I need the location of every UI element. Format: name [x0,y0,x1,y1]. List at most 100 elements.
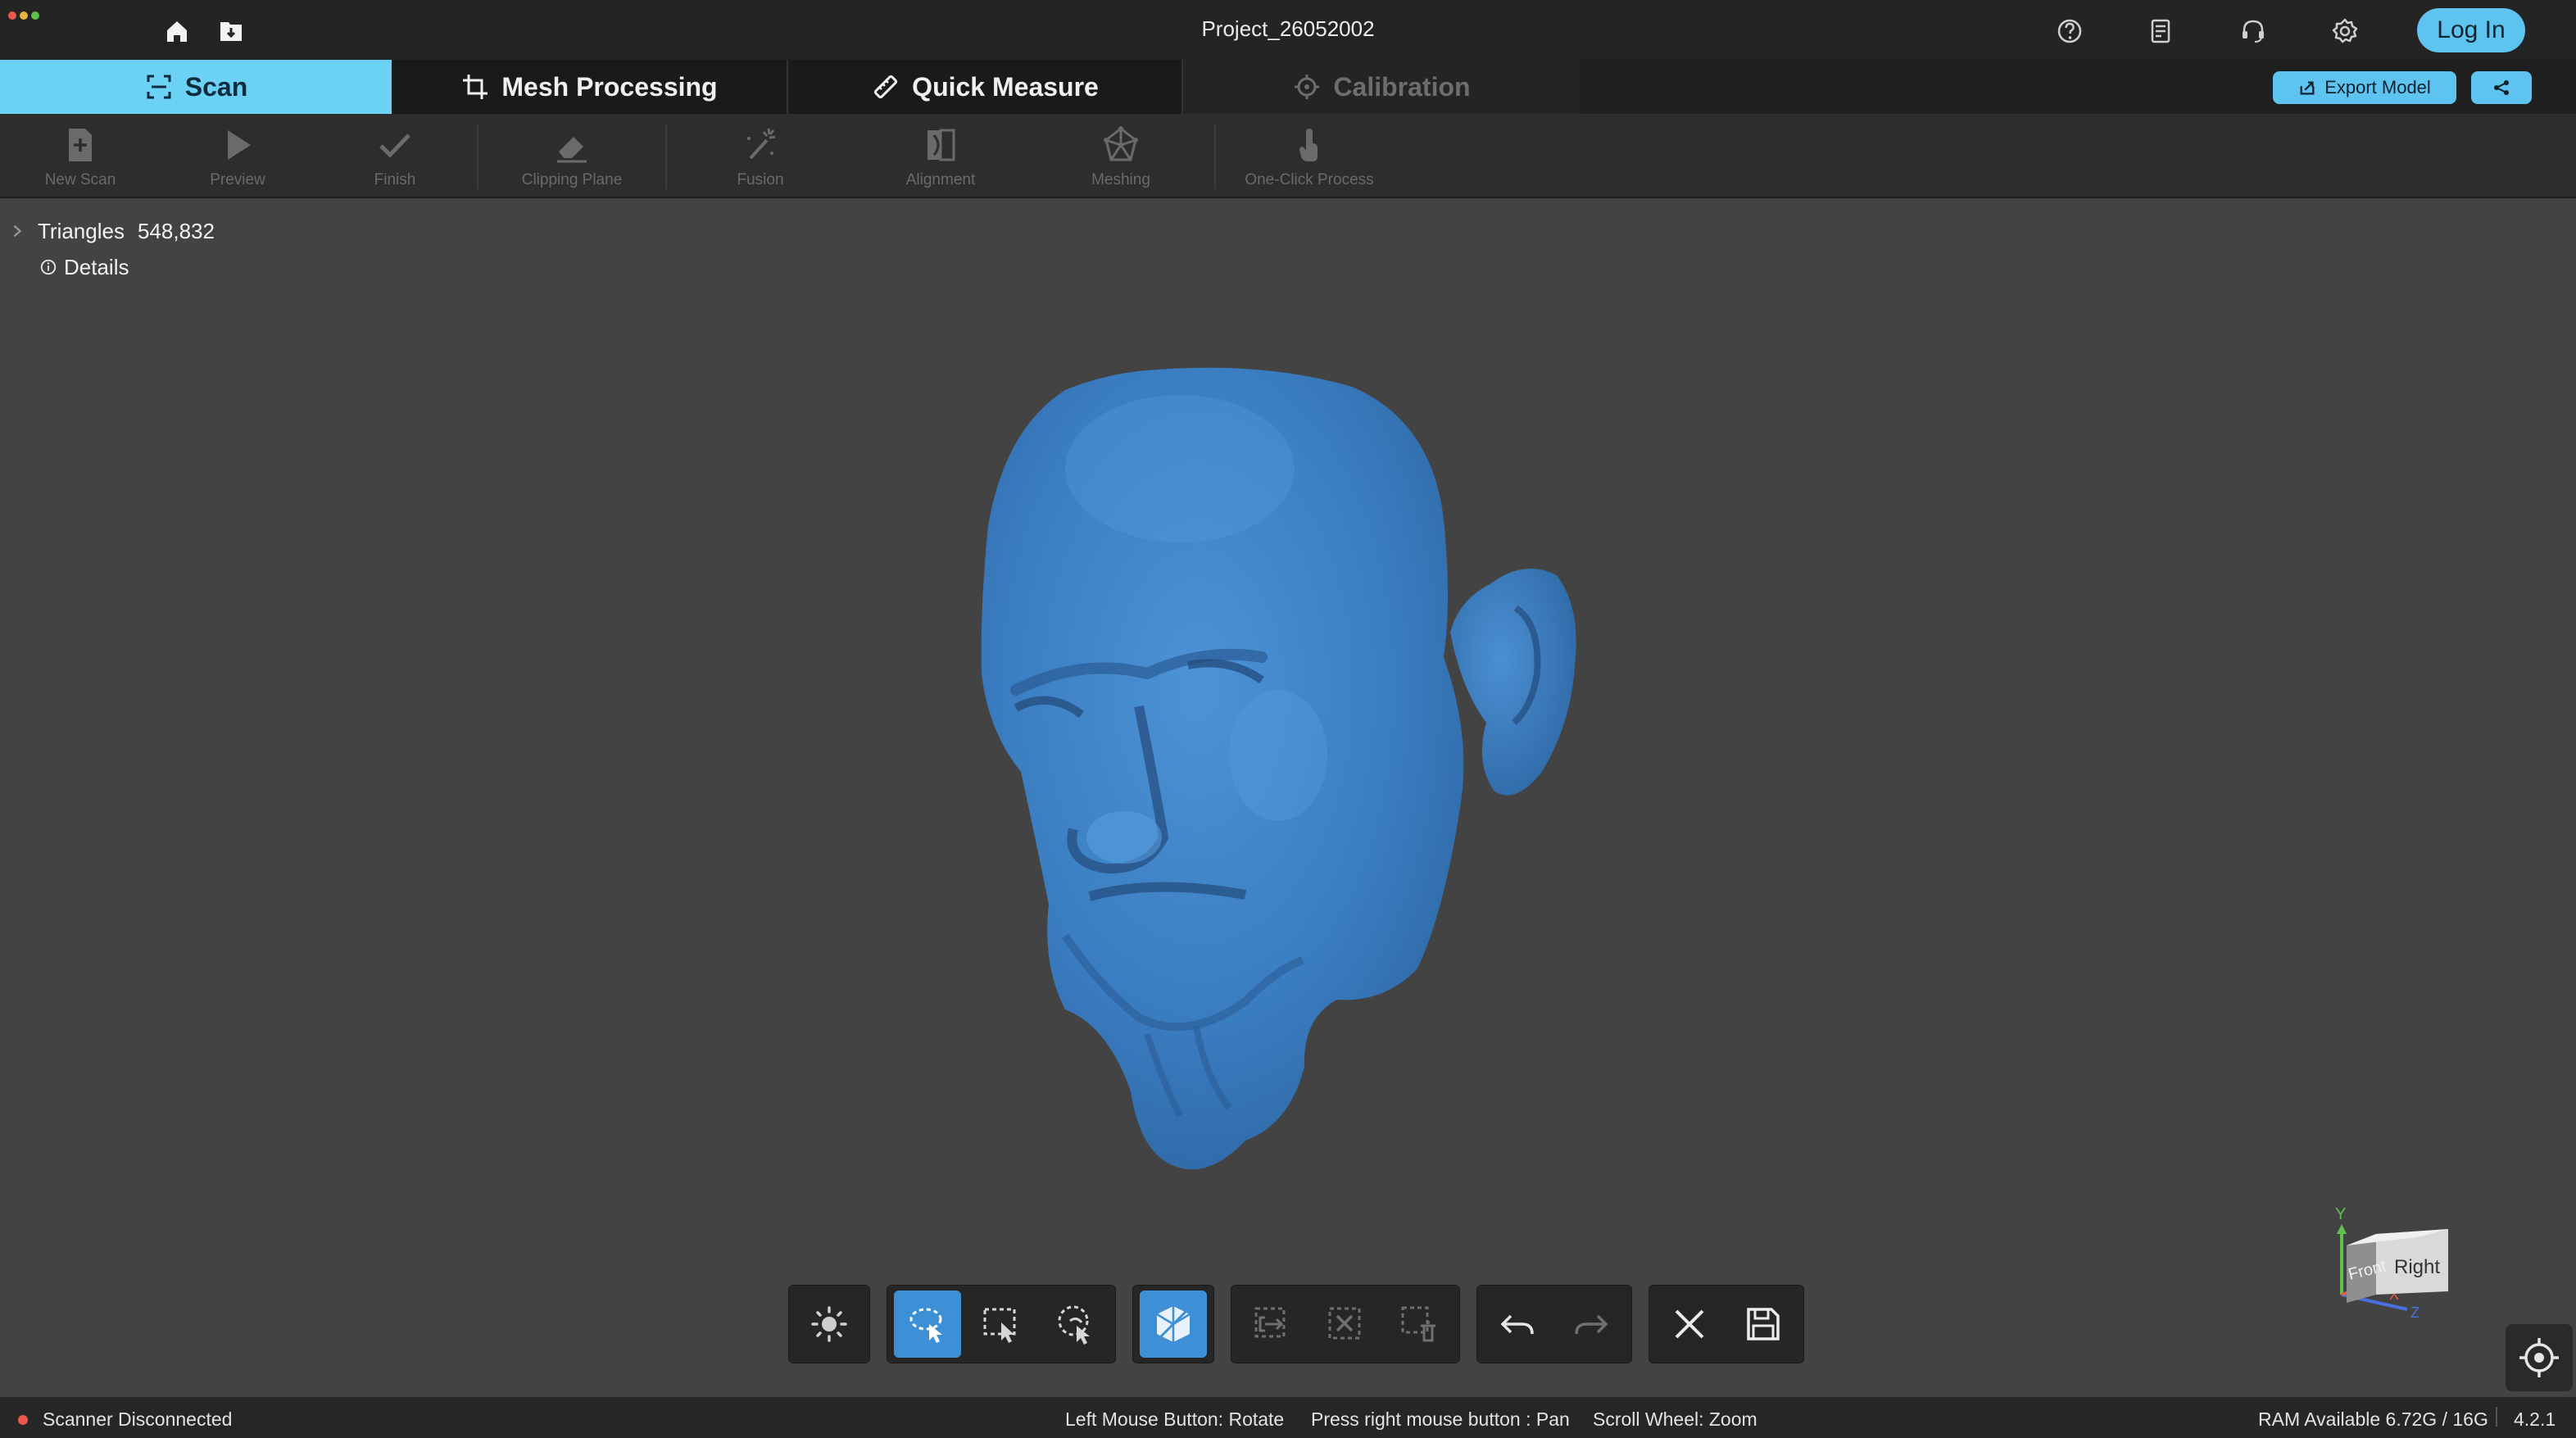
clear-selection-button[interactable] [1312,1291,1379,1358]
login-button[interactable]: Log In [2417,8,2525,52]
info-icon [40,259,57,275]
undo-button[interactable] [1484,1291,1551,1358]
status-divider [2496,1407,2497,1427]
pan-hint: Press right mouse button : Pan [1311,1409,1570,1430]
tab-scan[interactable]: Scan [0,60,392,114]
alignment-icon [927,129,955,161]
meshing-button[interactable]: Meshing [1047,114,1195,198]
finish-button[interactable]: Finish [321,114,469,198]
history-group [1476,1285,1632,1363]
scanned-head-mesh[interactable] [0,198,2576,1396]
selection-group [887,1285,1116,1363]
meshing-icon [1104,125,1138,161]
app-version: 4.2.1 [2514,1409,2556,1430]
right-face-label: Right [2394,1256,2440,1278]
one-click-process-button[interactable]: One-Click Process [1236,114,1383,198]
delete-selection-button[interactable] [1386,1291,1453,1358]
tab-scan-label: Scan [184,71,248,102]
meshing-label: Meshing [1091,170,1150,188]
settings-gear-icon[interactable] [2329,15,2361,48]
status-bar: Scanner Disconnected Left Mouse Button: … [0,1397,2576,1438]
preview-button[interactable]: Preview [164,114,311,198]
triangles-value: 548,832 [137,218,215,243]
cube-through-icon [1156,1306,1190,1342]
clipping-plane-button[interactable]: Clipping Plane [498,114,646,198]
clipping-plane-label: Clipping Plane [521,170,623,188]
y-axis-label: Y [2335,1205,2346,1223]
recenter-view-button[interactable] [2506,1324,2573,1391]
through-select-group [1132,1285,1214,1363]
rotate-hint: Left Mouse Button: Rotate [1065,1409,1285,1430]
invert-selection-button[interactable] [1238,1291,1305,1358]
rect-select-icon [983,1308,1016,1343]
alignment-label: Alignment [905,170,976,188]
lasso-select-button[interactable] [894,1291,961,1358]
triangles-label: Triangles [38,218,125,243]
ram-available: RAM Available 6.72G / 16G [2258,1409,2488,1430]
save-icon [1747,1308,1780,1340]
z-axis-label: Z [2410,1304,2420,1321]
window-title: Project_26052002 [1201,16,1375,41]
lasso-select-icon [909,1308,942,1343]
calibration-target-icon [1295,75,1320,99]
lighting-button[interactable] [796,1291,863,1358]
ruler-icon [874,75,898,99]
triangles-row[interactable]: Triangles 548,832 [10,213,215,249]
undo-icon [1500,1314,1534,1335]
scanner-status-text: Scanner Disconnected [43,1409,233,1430]
toolbar-divider [665,124,667,189]
one-click-process-label: One-Click Process [1245,170,1374,188]
delete-selection-icon [1401,1306,1435,1342]
share-icon [2494,80,2509,95]
3d-viewport[interactable] [0,198,2576,1396]
one-click-icon [1299,128,1317,161]
new-scan-icon [69,128,92,161]
title-bar: Project_26052002 Log In [0,0,2576,60]
save-edit-button[interactable] [1730,1291,1797,1358]
model-info-panel: Triangles 548,832 Details [10,213,215,285]
tab-calibration[interactable]: Calibration [1183,60,1580,114]
chevron-right-icon[interactable] [10,224,25,238]
eraser-icon [557,136,587,162]
export-icon [2300,81,2315,95]
export-model-button[interactable]: Export Model [2273,71,2456,104]
redo-icon [1575,1314,1608,1335]
help-icon[interactable] [2053,15,2086,48]
rect-select-button[interactable] [968,1291,1035,1358]
main-tabs: Scan Mesh Processing Quick Measure Calib… [0,60,2576,114]
finish-label: Finish [374,170,416,188]
target-crosshair-icon [2519,1338,2559,1377]
new-scan-label: New Scan [44,170,116,188]
brush-select-icon [1058,1305,1090,1345]
preview-icon [228,129,251,160]
navigation-cube[interactable]: Y X Z Front Right [2325,1204,2465,1352]
tab-mesh-processing[interactable]: Mesh Processing [392,60,788,114]
select-through-button[interactable] [1140,1291,1207,1358]
redo-button[interactable] [1558,1291,1625,1358]
apply-group [1649,1285,1804,1363]
fusion-icon [747,128,776,159]
details-label: Details [64,254,129,279]
cancel-edit-button[interactable] [1656,1291,1723,1358]
details-link[interactable]: Details [10,249,215,285]
brush-select-button[interactable] [1041,1291,1109,1358]
zoom-hint: Scroll Wheel: Zoom [1593,1409,1757,1430]
toolbar-divider [1214,124,1216,189]
tab-quick-measure-label: Quick Measure [912,71,1099,102]
scan-toolbar: New Scan Preview Finish Clipping Plane F… [0,114,2576,198]
invert-selection-icon [1254,1307,1286,1338]
clear-selection-icon [1328,1307,1361,1340]
fusion-button[interactable]: Fusion [687,114,834,198]
notes-icon[interactable] [2145,15,2178,48]
scan-icon [147,75,171,99]
share-button[interactable] [2471,71,2532,104]
lighting-group [788,1285,870,1363]
selection-edit-group [1231,1285,1460,1363]
tab-mesh-processing-label: Mesh Processing [501,71,718,102]
tab-quick-measure[interactable]: Quick Measure [788,60,1183,114]
preview-label: Preview [210,170,265,188]
new-scan-button[interactable]: New Scan [7,114,154,198]
alignment-button[interactable]: Alignment [867,114,1014,198]
support-headset-icon[interactable] [2237,15,2270,48]
crop-icon [463,75,488,99]
